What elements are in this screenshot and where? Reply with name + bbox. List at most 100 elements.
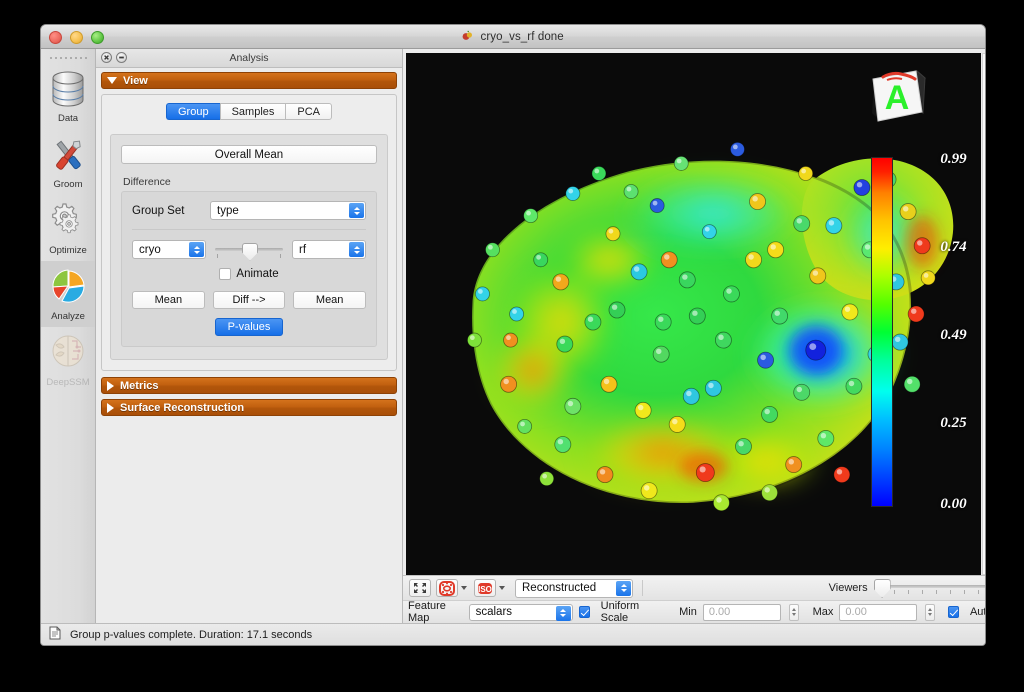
correspondence-particle — [640, 482, 658, 500]
glyphs-icon[interactable] — [436, 579, 458, 597]
close-button[interactable] — [49, 31, 62, 44]
correspondence-particle — [539, 471, 555, 487]
correspondence-particle — [899, 203, 917, 221]
correspondence-particle — [623, 184, 639, 199]
left-group-select[interactable]: cryo — [132, 240, 206, 259]
correspondence-particle — [584, 313, 602, 331]
view-panel: Group Samples PCA Overall Mean Differenc… — [101, 94, 397, 371]
scalar-colorbar — [870, 157, 893, 507]
render-column: A 0.99 0.74 0.49 0.25 0.00 ISO Reconstru… — [403, 49, 985, 624]
min-stepper[interactable] — [788, 603, 799, 621]
overall-mean-button[interactable]: Overall Mean — [121, 145, 377, 164]
chevron-updown-icon — [349, 203, 364, 218]
analysis-panels: View Group Samples PCA Overall Mean Diff… — [96, 68, 402, 623]
close-icon[interactable] — [101, 52, 112, 63]
difference-group-label: Difference — [123, 176, 171, 188]
orientation-cube[interactable]: A — [865, 65, 929, 127]
sidebar-item-analyze[interactable]: Analyze — [41, 261, 95, 327]
chevron-updown-icon — [555, 605, 571, 621]
display-mode-select[interactable]: Reconstructed — [515, 578, 633, 598]
correspondence-particle — [853, 179, 871, 196]
analysis-dock-title: Analysis — [229, 52, 269, 64]
max-field[interactable]: 0.00 — [839, 603, 918, 621]
chevron-right-icon — [107, 380, 114, 391]
tab-samples[interactable]: Samples — [219, 103, 286, 120]
isosurface-icon[interactable]: ISO — [474, 579, 496, 597]
chevron-updown-icon — [616, 580, 631, 596]
right-mean-button[interactable]: Mean — [293, 291, 367, 309]
isosurface-dropdown-arrow[interactable] — [496, 579, 507, 597]
max-stepper[interactable] — [925, 603, 936, 621]
correspondence-particle — [891, 333, 909, 351]
correspondence-particle — [907, 305, 925, 323]
correspondence-particle — [920, 270, 936, 286]
diff-button[interactable]: Diff --> — [212, 291, 286, 309]
feature-map-select[interactable]: scalars — [468, 603, 573, 621]
analysis-dock-titlebar: Analysis — [96, 49, 402, 68]
correspondence-particle — [485, 242, 500, 258]
viewers-slider[interactable] — [873, 579, 985, 598]
correspondence-particle — [903, 375, 921, 393]
correspondence-particle — [668, 415, 686, 433]
section-header-surface-reconstruction[interactable]: Surface Reconstruction — [101, 399, 397, 416]
section-header-metrics[interactable]: Metrics — [101, 377, 397, 394]
divider — [132, 229, 366, 230]
group-set-select[interactable]: type — [210, 201, 366, 220]
viewport-scrollbar[interactable] — [981, 53, 985, 575]
window-controls — [49, 31, 104, 44]
p-values-button[interactable]: P-values — [215, 318, 283, 336]
colorbar-label-3: 0.74 — [940, 239, 967, 255]
correspondence-particle — [533, 252, 549, 268]
uniform-scale-label: Uniform Scale — [600, 600, 640, 624]
view-tabs: Group Samples PCA — [110, 103, 388, 120]
correspondence-particle — [825, 217, 843, 235]
correspondence-particle — [634, 401, 652, 419]
correspondence-particle — [509, 306, 525, 322]
sidebar-item-deepssm[interactable]: DeepSSM — [41, 327, 95, 393]
animate-checkbox[interactable] — [219, 268, 232, 280]
section-header-view-label: View — [123, 74, 148, 87]
right-group-select[interactable]: rf — [292, 240, 366, 259]
toolbar-separator — [642, 580, 643, 596]
slider-ticks — [874, 590, 985, 595]
sidebar-item-optimize[interactable]: Optimize — [41, 195, 95, 261]
analysis-dock: Analysis View Group Samples PCA Overall … — [96, 49, 403, 623]
correspondence-particle — [771, 307, 789, 325]
correspondence-particle — [809, 267, 827, 285]
tool-rail: Data Groom Optimize Analyze DeepSSM — [41, 49, 96, 623]
correspondence-particle — [793, 383, 811, 401]
correspondence-particle — [467, 332, 482, 348]
sidebar-item-groom[interactable]: Groom — [41, 129, 95, 195]
uniform-scale-checkbox[interactable] — [578, 606, 590, 618]
max-label: Max — [812, 606, 834, 618]
rail-grip[interactable] — [41, 53, 95, 63]
correspondence-particle — [704, 379, 722, 397]
correspondence-particle — [785, 456, 803, 474]
section-header-surface-reconstruction-label: Surface Reconstruction — [120, 401, 245, 414]
chevron-updown-icon — [189, 242, 204, 257]
section-header-view[interactable]: View — [101, 72, 397, 89]
tab-pca[interactable]: PCA — [285, 103, 332, 120]
correspondence-particle — [503, 332, 519, 348]
auto-checkbox[interactable] — [948, 606, 959, 618]
group-blend-slider[interactable] — [215, 241, 283, 261]
zoom-to-fit-icon[interactable] — [409, 579, 431, 597]
zoom-button[interactable] — [91, 31, 104, 44]
tab-group[interactable]: Group — [166, 103, 220, 120]
glyphs-dropdown-arrow[interactable] — [458, 579, 469, 597]
sidebar-item-data[interactable]: Data — [41, 63, 95, 129]
isosurface-button-group: ISO — [474, 579, 507, 597]
left-mean-button[interactable]: Mean — [132, 291, 205, 309]
3d-viewport[interactable]: A 0.99 0.74 0.49 0.25 0.00 — [406, 53, 981, 575]
animate-row: Animate — [132, 268, 366, 280]
slider-handle[interactable] — [873, 579, 891, 598]
animate-label: Animate — [236, 268, 279, 280]
correspondence-particle — [564, 397, 582, 415]
min-field[interactable]: 0.00 — [702, 603, 781, 621]
minimize-button[interactable] — [70, 31, 83, 44]
correspondence-particle — [608, 301, 626, 319]
undock-icon[interactable] — [116, 52, 127, 63]
correspondence-particle — [735, 438, 752, 455]
chevron-down-icon — [107, 77, 117, 84]
correspondence-particle — [682, 387, 700, 405]
